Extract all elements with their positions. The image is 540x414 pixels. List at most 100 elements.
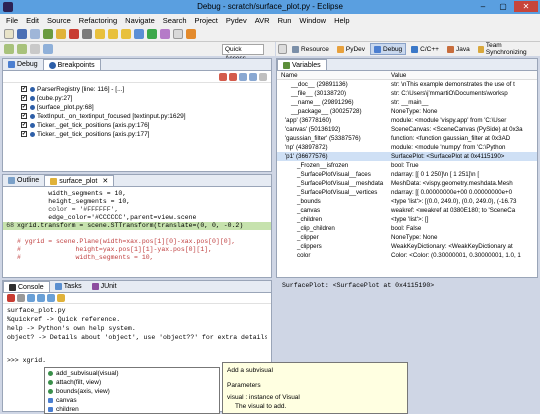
new-icon[interactable] [4, 28, 14, 39]
step-into-icon[interactable] [95, 28, 105, 39]
console-output[interactable]: surface_plot.py %quickref -> Quick refer… [3, 304, 271, 367]
perspective-pydev[interactable]: PyDev [334, 43, 368, 55]
menu-pydev[interactable]: Pydev [226, 16, 247, 25]
disconnect-icon[interactable] [82, 28, 92, 39]
menu-search[interactable]: Search [163, 16, 187, 25]
variable-row[interactable]: __package__ (30025728) NoneType: None [277, 107, 537, 116]
checkbox[interactable]: ✔ [21, 122, 27, 129]
terminate-icon[interactable] [69, 28, 79, 39]
skip-breakpoints-icon[interactable] [259, 73, 267, 81]
variable-row[interactable]: _clippers WeakKeyDictionary: <WeakKeyDict… [277, 242, 537, 251]
variable-row[interactable]: _canvas weakref: <weakref at 0380E180; to… [277, 206, 537, 215]
completion-item[interactable]: canvas [45, 396, 219, 405]
variable-row[interactable]: __name__ (29891296) str: __main__ [277, 98, 537, 107]
step-return-icon[interactable] [121, 28, 131, 39]
quick-access-input[interactable]: Quick Access [222, 44, 264, 62]
variable-row[interactable]: 'gaussian_filter' (53387576) function: <f… [277, 134, 537, 143]
variable-row[interactable]: _children <type 'list'>: [] [277, 215, 537, 224]
goto-file-icon[interactable] [249, 73, 257, 81]
variable-row[interactable]: _Frozen__isfrozen bool: True [277, 161, 537, 170]
save-icon[interactable] [17, 28, 27, 39]
breakpoint-item[interactable]: ✔ Ticker._get_tick_positions [axis.py:177… [21, 130, 271, 139]
completion-item[interactable]: add_subvisual(visual) [45, 369, 219, 378]
search-icon[interactable] [173, 28, 183, 39]
remove-launch-icon[interactable] [17, 294, 25, 302]
menu-help[interactable]: Help [334, 16, 349, 25]
tab-surface-plot[interactable]: surface_plot ✕ [44, 175, 115, 186]
perspective-debug[interactable]: Debug [370, 43, 407, 55]
terminate-console-icon[interactable] [7, 294, 15, 302]
suspend-icon[interactable] [56, 28, 66, 39]
variable-row[interactable]: _SurfacePlotVisual__faces ndarray: [[ 0 1… [277, 170, 537, 179]
breakpoint-item[interactable]: ✔ ParserRegistry [line: 116] - [...] [21, 85, 271, 94]
scroll-lock-icon[interactable] [37, 294, 45, 302]
menu-source[interactable]: Source [47, 16, 71, 25]
variable-row[interactable]: __doc__ (29891136) str: \nThis example de… [277, 80, 537, 89]
perspective-cpp[interactable]: C/C++ [408, 43, 442, 55]
perspective-java[interactable]: Java [444, 43, 473, 55]
maximize-button[interactable]: ▢ [494, 1, 512, 12]
completion-item[interactable]: bounds(axis, view) [45, 387, 219, 396]
checkbox[interactable]: ✔ [21, 104, 27, 111]
open-console-icon[interactable] [57, 294, 65, 302]
variable-row[interactable]: _clip_children bool: False [277, 224, 537, 233]
perspective-team-sync[interactable]: Team Synchronizing [475, 42, 540, 56]
pydev-icon[interactable] [186, 28, 196, 39]
variable-row[interactable]: _clipper NoneType: None [277, 233, 537, 242]
tab-outline[interactable]: Outline [3, 175, 44, 186]
variable-row[interactable]: 'canvas' (50136192) SceneCanvas: <SceneCa… [277, 125, 537, 134]
back-icon[interactable] [4, 44, 14, 54]
menu-window[interactable]: Window [299, 16, 326, 25]
tab-breakpoints[interactable]: Breakpoints [42, 59, 101, 70]
variable-row[interactable]: color Color: <Color: (0.30000001, 0.30000… [277, 251, 537, 260]
menu-project[interactable]: Project [195, 16, 218, 25]
breakpoint-item[interactable]: ✔ [cube.py:27] [21, 94, 271, 103]
remove-breakpoint-icon[interactable] [219, 73, 227, 81]
menu-file[interactable]: File [6, 16, 18, 25]
menu-refactoring[interactable]: Refactoring [79, 16, 117, 25]
external-tools-icon[interactable] [160, 28, 170, 39]
variable-row[interactable]: _SurfacePlotVisual__meshdata MeshData: <v… [277, 179, 537, 188]
code-editor[interactable]: width_segments = 10, height_segments = 1… [3, 187, 271, 262]
debug-icon[interactable] [134, 28, 144, 39]
print-icon[interactable] [30, 28, 40, 39]
remove-all-icon[interactable] [229, 73, 237, 81]
menu-run[interactable]: Run [278, 16, 292, 25]
perspective-resource[interactable]: Resource [289, 43, 332, 55]
close-button[interactable]: ✕ [514, 1, 538, 12]
resume-icon[interactable] [43, 28, 53, 39]
breakpoint-item[interactable]: ✔ [surface_plot.py:68] [21, 103, 271, 112]
variable-row[interactable]: 'app' (36778160) module: <module 'vispy.a… [277, 116, 537, 125]
tab-console[interactable]: Console [3, 281, 50, 292]
variable-row[interactable]: 'np' (43897872) module: <module 'numpy' f… [277, 143, 537, 152]
open-perspective-icon[interactable] [278, 44, 288, 54]
breakpoint-item[interactable]: ✔ Ticker._get_tick_positions [axis.py:176… [21, 121, 271, 130]
variable-row[interactable]: __file__ (30138720) str: C:\Users\j'mmart… [277, 89, 537, 98]
variable-row-selected[interactable]: 'p1' (36677576) SurfacePlot: <SurfacePlot… [277, 152, 537, 161]
open-type-icon[interactable] [43, 44, 53, 54]
tab-variables[interactable]: Variables [277, 59, 327, 70]
pin-console-icon[interactable] [47, 294, 55, 302]
tab-debug[interactable]: Debug [3, 59, 43, 70]
tab-tasks[interactable]: Tasks [50, 281, 87, 292]
run-icon[interactable] [147, 28, 157, 39]
completion-item[interactable]: attach(filt, view) [45, 378, 219, 387]
menu-avr[interactable]: AVR [255, 16, 270, 25]
checkbox[interactable]: ✔ [21, 113, 27, 120]
forward-icon[interactable] [17, 44, 27, 54]
step-over-icon[interactable] [108, 28, 118, 39]
tab-junit[interactable]: JUnit [87, 281, 122, 292]
breakpoint-item[interactable]: ✔ TextInput._on_textinput_focused [textin… [21, 112, 271, 121]
minimize-button[interactable]: – [474, 1, 492, 12]
completion-item[interactable]: children [45, 405, 219, 414]
checkbox[interactable]: ✔ [21, 131, 27, 138]
menu-edit[interactable]: Edit [26, 16, 39, 25]
annotation-icon[interactable] [30, 44, 40, 54]
checkbox[interactable]: ✔ [21, 86, 27, 93]
clear-console-icon[interactable] [27, 294, 35, 302]
checkbox[interactable]: ✔ [21, 95, 27, 102]
menu-navigate[interactable]: Navigate [125, 16, 155, 25]
show-breakpoints-icon[interactable] [239, 73, 247, 81]
variable-row[interactable]: _SurfacePlotVisual__vertices ndarray: [[ … [277, 188, 537, 197]
close-tab-icon[interactable]: ✕ [102, 177, 108, 185]
